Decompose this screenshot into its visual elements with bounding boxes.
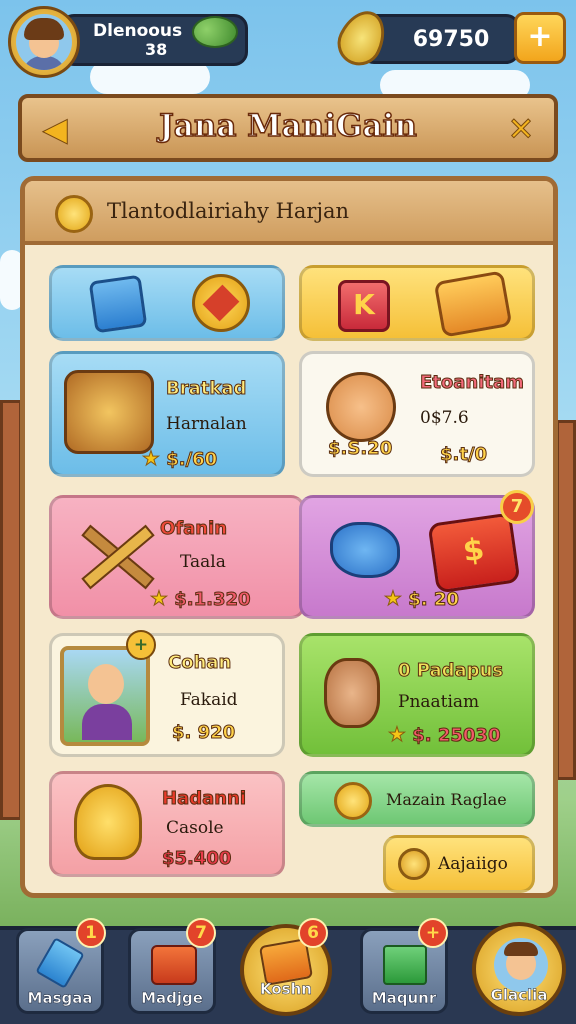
item-price-alt: $.t/0 — [439, 444, 488, 466]
count-badge: 7 — [500, 490, 534, 524]
category-card-blue[interactable] — [49, 265, 285, 341]
item-card-ofanin[interactable]: Ofanin Taala ★ $.1.320 — [49, 495, 305, 619]
item-price: $.1.320 — [174, 589, 251, 611]
gold-coins-icon — [334, 782, 372, 820]
item-name: Ofanin — [159, 518, 228, 540]
shop-board: Tlantodlairiahy Harjan K Bratkad Harnala… — [20, 176, 558, 898]
nav-label: Glaclia — [490, 986, 548, 1005]
item-subtitle: Harnalan — [166, 414, 247, 434]
item-subtitle: Pnaatiam — [398, 692, 480, 712]
star-icon: ★ — [388, 722, 407, 747]
currency-panel: 69750 — [360, 14, 520, 64]
item-price: $5.400 — [161, 848, 232, 870]
item-price: $. 20 — [408, 589, 460, 611]
nav-item-profile[interactable]: Glaclia — [472, 922, 566, 1016]
pet-creature-icon — [326, 372, 396, 442]
star-icon: ★ — [150, 586, 169, 611]
close-icon[interactable]: ✕ — [502, 110, 540, 149]
player-avatar[interactable] — [8, 6, 80, 78]
blue-cube-icon — [88, 274, 148, 334]
red-envelope-icon: $ — [427, 512, 521, 594]
item-subtitle: Taala — [180, 552, 226, 572]
item-card-cohan[interactable]: + Cohan Fakaid $. 920 — [49, 630, 285, 757]
item-name: Etoanitam — [420, 372, 525, 394]
nav-badge: 6 — [298, 918, 328, 948]
k-block-icon: K — [338, 280, 390, 332]
item-card-etoanitam[interactable]: Etoanitam 0$7.6 $.S.20 $.t/0 — [299, 351, 535, 477]
star-icon: ★ — [384, 586, 403, 611]
nav-label: Koshn — [260, 980, 312, 999]
item-name: Hadanni — [161, 788, 247, 810]
nav-label: Madjge — [141, 989, 203, 1008]
nav-badge: 7 — [186, 918, 216, 948]
add-currency-button[interactable]: + — [514, 12, 566, 64]
coin-icon — [55, 195, 93, 233]
item-card-hadanni[interactable]: Hadanni Casole $5.400 — [49, 771, 285, 877]
board-heading: Tlantodlairiahy Harjan — [107, 199, 350, 223]
emblem-icon — [192, 274, 250, 332]
category-card-yellow[interactable]: K — [299, 265, 535, 341]
item-price: $.S.20 — [327, 438, 393, 460]
item-price: $. 25030 — [412, 725, 501, 747]
treasure-chest-icon — [64, 370, 154, 454]
item-name: Mazain Raglae — [386, 790, 507, 809]
coin-icon — [398, 848, 430, 880]
item-name: Cohan — [167, 652, 232, 674]
collect-button[interactable]: Aajaiigo — [383, 835, 535, 893]
item-card-dragon[interactable]: $ 7 ★ $. 20 — [299, 490, 535, 619]
crossed-keys-icon — [68, 514, 158, 598]
item-name: 0 Padapus — [397, 660, 504, 682]
item-subtitle: 0$7.6 — [420, 408, 469, 428]
item-card-padapus[interactable]: 0 Padapus Pnaatiam ★ $. 25030 — [299, 633, 535, 757]
star-icon: ★ — [142, 446, 161, 471]
top-bar: Dlenoous 38 69750 + — [0, 0, 576, 88]
back-arrow-icon[interactable]: ◀ — [36, 110, 74, 149]
nav-badge: 1 — [76, 918, 106, 948]
item-price: $. 920 — [171, 722, 236, 744]
red-chest-icon — [151, 945, 197, 985]
nav-label: Masgaa — [27, 989, 93, 1008]
board-header: Tlantodlairiahy Harjan — [25, 181, 553, 245]
item-card-bratkad[interactable]: Bratkad Harnalan ★ $./60 — [49, 351, 285, 477]
currency-amount: 69750 — [412, 27, 490, 52]
item-card-mazain[interactable]: Mazain Raglae — [299, 771, 535, 827]
hammer-icon — [35, 937, 85, 989]
title-banner: ◀ Jana ManiGain ✕ — [18, 94, 558, 162]
plus-badge-icon: + — [126, 630, 156, 660]
house-decoration-left — [0, 400, 22, 820]
nav-label: Maqunr — [371, 989, 437, 1008]
character-portrait-icon — [60, 646, 150, 746]
golden-knight-icon — [74, 784, 142, 860]
house-decoration-right — [556, 420, 576, 780]
item-name: Bratkad — [165, 378, 247, 400]
page-title: Jana ManiGain — [158, 107, 417, 145]
item-subtitle: Fakaid — [180, 690, 238, 710]
squirrel-icon — [324, 658, 380, 728]
blue-dragon-icon — [330, 522, 400, 578]
item-subtitle: Casole — [166, 818, 224, 838]
cash-stack-icon — [383, 945, 427, 985]
profile-avatar-icon — [494, 938, 548, 992]
collect-label: Aajaiigo — [438, 854, 508, 874]
item-price: $./60 — [166, 449, 218, 471]
ticket-bundle-icon — [433, 270, 513, 338]
nav-badge: + — [418, 918, 448, 948]
bush-icon — [192, 16, 238, 48]
avatar-face-icon — [16, 14, 72, 70]
